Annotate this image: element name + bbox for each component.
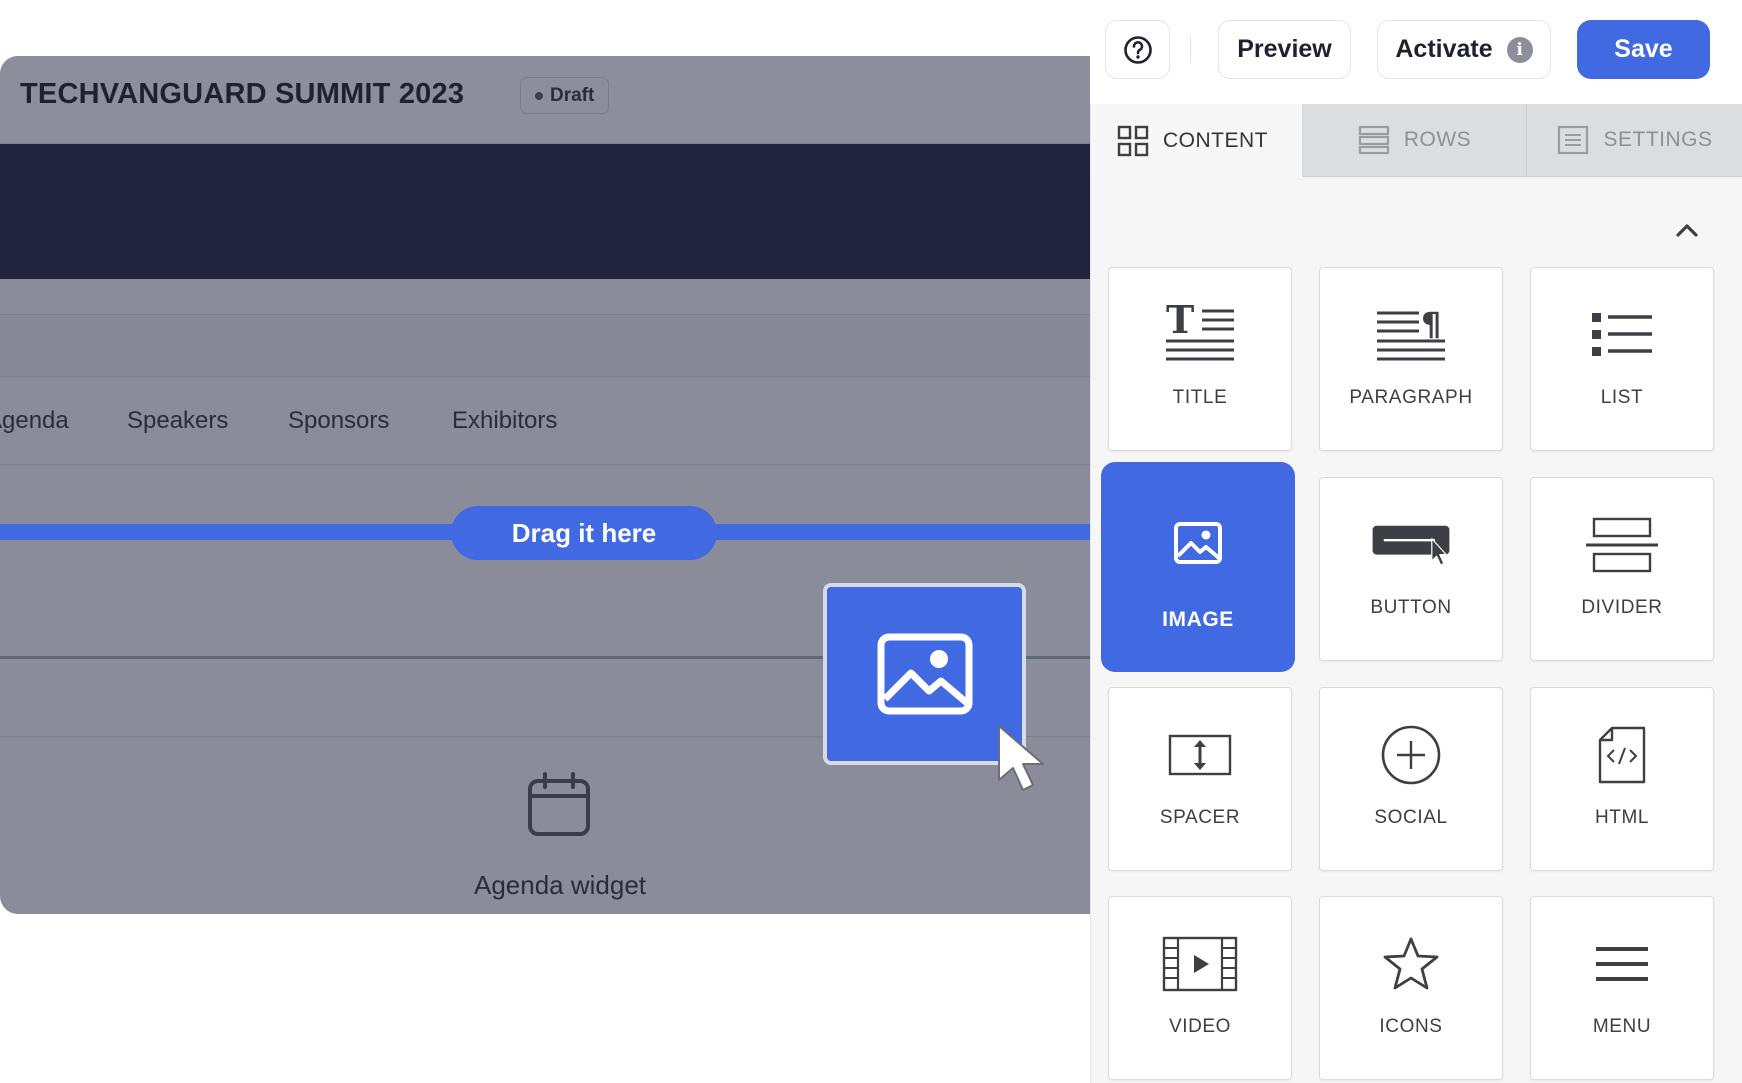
page-title: TECHVANGUARD SUMMIT 2023: [20, 78, 465, 110]
help-icon: [1123, 35, 1152, 64]
tile-label: ICONS: [1379, 1016, 1443, 1037]
title-icon: T: [1166, 305, 1234, 361]
status-label: Draft: [550, 84, 595, 106]
nav-item-speakers[interactable]: Speakers: [127, 407, 228, 435]
tab-rows[interactable]: ROWS: [1303, 104, 1527, 177]
tile-label: SOCIAL: [1374, 807, 1448, 828]
pointer-cursor-icon: [998, 725, 1044, 791]
page-canvas: TECHVANGUARD SUMMIT 2023 Draft Agenda Sp…: [0, 56, 1090, 914]
tab-content[interactable]: CONTENT: [1091, 104, 1303, 177]
help-button[interactable]: [1105, 20, 1170, 79]
html-icon: [1598, 726, 1646, 784]
svg-text:T: T: [1166, 305, 1194, 342]
spacer-icon: [1168, 734, 1232, 776]
block-tile-social[interactable]: SOCIAL: [1319, 687, 1503, 871]
block-tile-divider[interactable]: DIVIDER: [1530, 477, 1714, 661]
tile-label: LIST: [1600, 387, 1644, 408]
tile-label: MENU: [1592, 1016, 1652, 1037]
drop-hint: Drag it here: [451, 506, 717, 560]
block-tile-icons[interactable]: ICONS: [1319, 896, 1503, 1080]
activate-label: Activate: [1395, 35, 1493, 63]
grid-icon: [1117, 125, 1149, 156]
nav-item-sponsors[interactable]: Sponsors: [288, 407, 389, 435]
status-badge: Draft: [520, 77, 610, 114]
tile-label: HTML: [1594, 807, 1650, 828]
tile-label: TITLE: [1172, 387, 1228, 408]
canvas-strip: [0, 315, 1090, 377]
chevron-up-icon[interactable]: [1673, 218, 1701, 242]
activate-button[interactable]: Activate i: [1377, 20, 1551, 79]
toolbar-separator: [1190, 37, 1191, 63]
tile-label: IMAGE: [1162, 608, 1234, 631]
svg-text:¶: ¶: [1421, 305, 1441, 343]
status-dot-icon: [535, 91, 543, 100]
block-tile-list[interactable]: LIST: [1530, 267, 1714, 451]
page-nav: Agenda Speakers Sponsors Exhibitors: [0, 377, 1090, 465]
hero-banner: [0, 144, 1090, 279]
block-tile-spacer[interactable]: SPACER: [1108, 687, 1292, 871]
button-icon: [1372, 525, 1450, 566]
block-tile-title[interactable]: T TITLE: [1108, 267, 1292, 451]
tile-label: VIDEO: [1168, 1016, 1232, 1037]
tile-label: SPACER: [1159, 807, 1241, 828]
agenda-widget-label: Agenda widget: [473, 870, 647, 900]
tile-label: PARAGRAPH: [1349, 387, 1473, 408]
video-icon: [1162, 936, 1238, 992]
settings-list-icon: [1558, 125, 1589, 155]
social-icon: [1381, 725, 1441, 785]
canvas-strip: [0, 279, 1090, 315]
rows-icon: [1358, 125, 1389, 155]
divider-icon: [1586, 517, 1658, 573]
tab-label: CONTENT: [1163, 128, 1268, 152]
calendar-icon: [528, 772, 590, 836]
list-icon: [1592, 313, 1652, 356]
image-icon: [1174, 522, 1222, 564]
nav-item-agenda[interactable]: Agenda: [0, 407, 69, 435]
blocks-panel: CONTENT ROWS SETTINGS T TITLE ¶ PARAGRAP…: [1090, 104, 1742, 1083]
panel-tabs: CONTENT ROWS SETTINGS: [1091, 104, 1742, 177]
preview-button[interactable]: Preview: [1218, 20, 1351, 79]
block-tile-html[interactable]: HTML: [1530, 687, 1714, 871]
block-tile-image[interactable]: IMAGE: [1101, 462, 1295, 672]
tile-label: DIVIDER: [1581, 597, 1663, 618]
tab-label: ROWS: [1403, 128, 1472, 151]
paragraph-icon: ¶: [1377, 305, 1445, 361]
tab-settings[interactable]: SETTINGS: [1527, 104, 1742, 177]
info-icon[interactable]: i: [1506, 36, 1533, 63]
tab-label: SETTINGS: [1603, 128, 1713, 151]
save-button[interactable]: Save: [1577, 20, 1710, 79]
block-tile-paragraph[interactable]: ¶ PARAGRAPH: [1319, 267, 1503, 451]
block-tile-button[interactable]: BUTTON: [1319, 477, 1503, 661]
block-tile-menu[interactable]: MENU: [1530, 896, 1714, 1080]
star-icon: [1383, 937, 1439, 990]
canvas-header: TECHVANGUARD SUMMIT 2023 Draft: [0, 56, 1090, 144]
nav-item-exhibitors[interactable]: Exhibitors: [452, 407, 557, 435]
menu-icon: [1596, 947, 1648, 981]
image-icon: [877, 633, 972, 715]
block-tile-video[interactable]: VIDEO: [1108, 896, 1292, 1080]
tile-label: BUTTON: [1370, 597, 1452, 618]
